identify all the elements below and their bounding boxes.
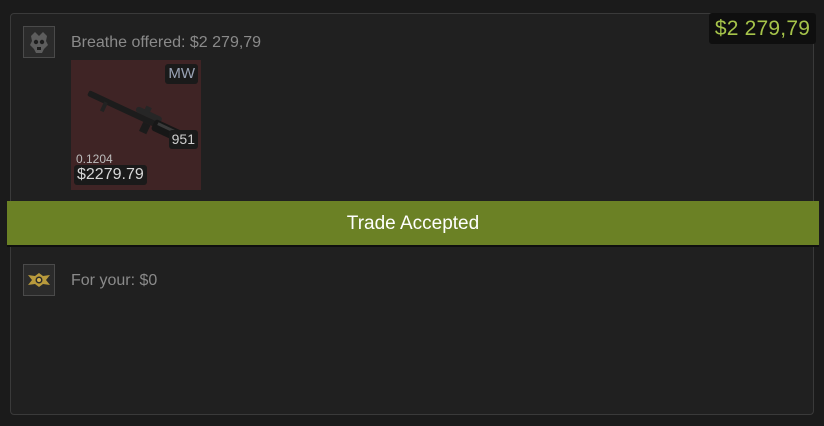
item-count-badge: 951 [168, 130, 198, 149]
item-price-badge: $2279.79 [74, 165, 147, 185]
skull-avatar-icon [24, 27, 54, 57]
trade-item-card[interactable]: MW 951 0.1204 $2279.79 [71, 60, 201, 190]
partner-avatar[interactable] [23, 26, 55, 58]
trade-total-value: $2 279,79 [709, 13, 816, 44]
user-avatar[interactable] [23, 264, 55, 296]
user-offer-label: For your: $0 [71, 272, 158, 289]
trade-status-banner: Trade Accepted [7, 201, 819, 247]
gold-emblem-avatar-icon [24, 265, 54, 295]
float-value: 0.1204 [76, 152, 113, 166]
wear-badge: MW [165, 64, 198, 84]
partner-offer-label: Breathe offered: $2 279,79 [71, 34, 262, 51]
